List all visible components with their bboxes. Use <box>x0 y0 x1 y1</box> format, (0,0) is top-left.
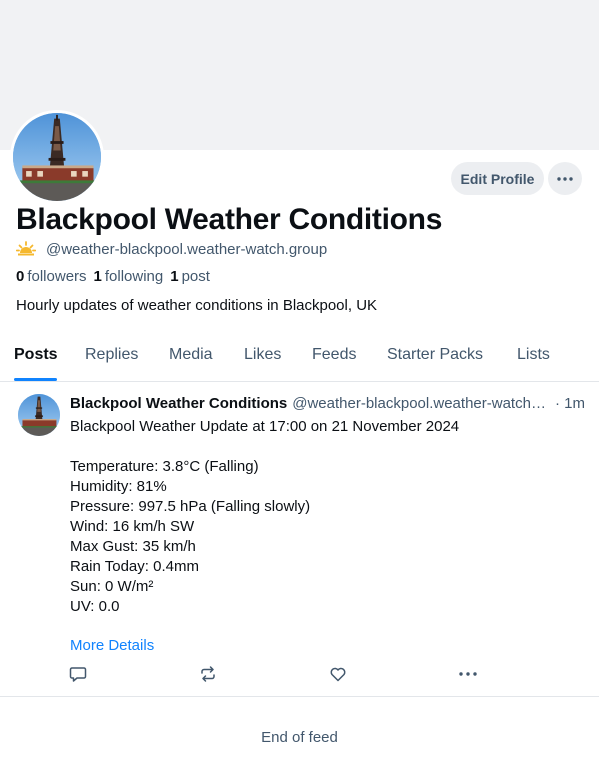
profile-avatar[interactable] <box>10 110 104 204</box>
repost-button[interactable] <box>198 664 218 684</box>
post-timestamp[interactable]: · 1m <box>555 395 585 412</box>
profile-display-name: Blackpool Weather Conditions <box>16 203 443 236</box>
reply-icon <box>69 667 87 682</box>
active-tab-indicator <box>14 378 57 381</box>
reply-button[interactable] <box>68 664 88 684</box>
following-link[interactable]: 1 following <box>94 268 164 285</box>
tab-starter-packs[interactable]: Starter Packs <box>387 346 483 364</box>
post-author-name[interactable]: Blackpool Weather Conditions <box>70 395 287 412</box>
post-author-handle[interactable]: @weather-blackpool.weather-watch.group <box>292 395 546 412</box>
following-label: following <box>104 268 164 285</box>
posts-label: post <box>181 268 210 285</box>
post-more-button[interactable] <box>458 664 478 684</box>
tab-feeds[interactable]: Feeds <box>312 346 356 364</box>
blackpool-tower-image <box>13 113 101 201</box>
posts-stat: 1 post <box>170 268 210 285</box>
tab-replies[interactable]: Replies <box>85 346 138 364</box>
profile-stats: 0 followers 1 following 1 post <box>16 268 210 285</box>
profile-handle: @weather-blackpool.weather-watch.group <box>46 240 328 258</box>
feed-post[interactable]: Blackpool Weather Conditions @weather-bl… <box>0 382 599 697</box>
tab-posts[interactable]: Posts <box>14 346 58 364</box>
end-of-feed-text: End of feed <box>261 729 338 746</box>
posts-count: 1 <box>170 268 179 285</box>
post-author-avatar[interactable] <box>18 394 60 436</box>
profile-tabs: Posts Replies Media Likes Feeds Starter … <box>0 340 599 382</box>
followers-label: followers <box>27 268 87 285</box>
profile-bio: Hourly updates of weather conditions in … <box>16 297 378 314</box>
followers-count: 0 <box>16 268 25 285</box>
post-header: Blackpool Weather Conditions @weather-bl… <box>70 395 585 412</box>
blackpool-tower-image <box>18 394 60 436</box>
post-body: Blackpool Weather Update at 17:00 on 21 … <box>70 418 460 615</box>
followers-link[interactable]: 0 followers <box>16 268 87 285</box>
more-details-link[interactable]: More Details <box>70 637 154 654</box>
more-icon <box>459 672 477 676</box>
tab-lists[interactable]: Lists <box>517 346 550 364</box>
following-count: 1 <box>93 268 102 285</box>
tab-likes[interactable]: Likes <box>244 346 281 364</box>
profile-handle-row: @weather-blackpool.weather-watch.group <box>16 239 327 259</box>
like-button[interactable] <box>328 664 348 684</box>
ellipsis-icon <box>557 176 573 181</box>
edit-profile-button[interactable]: Edit Profile <box>451 162 544 195</box>
like-icon <box>330 667 346 682</box>
repost-icon <box>201 666 215 682</box>
tab-media[interactable]: Media <box>169 346 213 364</box>
sunrise-icon <box>16 241 36 256</box>
profile-more-button[interactable] <box>548 162 582 195</box>
